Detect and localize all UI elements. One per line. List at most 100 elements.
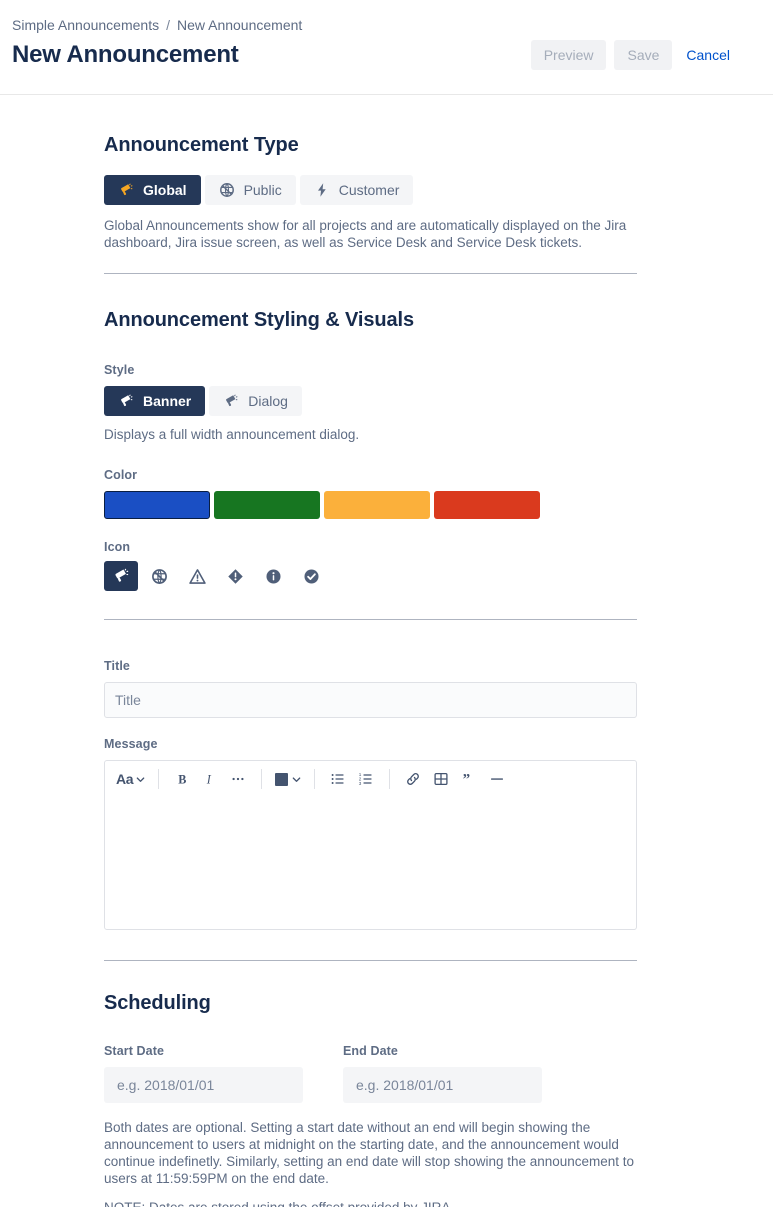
end-date-field: End Date	[343, 1043, 542, 1103]
style-help: Displays a full width announcement dialo…	[104, 427, 360, 442]
icon-option-warning[interactable]	[180, 561, 214, 591]
announcement-type-help: Global Announcements show for all projec…	[104, 218, 627, 250]
cancel-button[interactable]: Cancel	[680, 40, 736, 70]
icon-option-globe[interactable]	[142, 561, 176, 591]
toolbar-separator	[314, 769, 316, 789]
color-field: Color	[104, 467, 637, 519]
breadcrumb-parent-link[interactable]: Simple Announcements	[12, 17, 159, 33]
scheduling-heading: Scheduling	[104, 992, 211, 1014]
horizontal-rule-button[interactable]	[484, 766, 510, 792]
title-label: Title	[104, 659, 130, 673]
italic-button[interactable]: I	[197, 766, 223, 792]
text-style-label: Aa	[116, 771, 134, 787]
color-swatch-row	[104, 491, 637, 519]
start-date-field: Start Date	[104, 1043, 303, 1103]
check-circle-icon	[303, 568, 320, 585]
end-date-input[interactable]	[343, 1067, 542, 1103]
error-diamond-icon	[227, 568, 244, 585]
bold-icon: B	[175, 772, 190, 787]
type-option-customer[interactable]: Customer	[299, 175, 414, 205]
announcement-type-heading: Announcement Type	[104, 134, 299, 156]
title-field: Title	[104, 658, 637, 718]
link-icon	[405, 771, 421, 787]
preview-button[interactable]: Preview	[530, 40, 607, 70]
megaphone-icon	[112, 567, 130, 585]
start-date-label: Start Date	[104, 1044, 165, 1058]
page-header: Simple Announcements / New Announcement Ne…	[0, 0, 773, 95]
date-row: Start Date End Date	[104, 1043, 637, 1103]
icon-field: Icon	[104, 539, 637, 591]
svg-text:B: B	[178, 772, 186, 786]
icon-option-error[interactable]	[218, 561, 252, 591]
table-button[interactable]	[428, 766, 454, 792]
divider-type-styling	[104, 273, 637, 274]
save-button[interactable]: Save	[614, 40, 673, 70]
message-textarea[interactable]	[105, 797, 636, 929]
chevron-down-icon	[136, 775, 145, 784]
color-swatch-red[interactable]	[434, 491, 540, 519]
style-label: Style	[104, 363, 135, 377]
color-swatch-blue[interactable]	[104, 491, 210, 519]
breadcrumb: Simple Announcements / New Announcement	[12, 16, 727, 34]
italic-icon: I	[203, 772, 218, 787]
color-swatch-icon	[275, 772, 289, 786]
style-option-banner-label: Banner	[143, 393, 192, 409]
type-option-public[interactable]: Public	[204, 175, 296, 205]
toolbar-separator	[389, 769, 391, 789]
numbered-list-icon: 1 2 3	[358, 771, 374, 787]
styling-heading: Announcement Styling & Visuals	[104, 309, 415, 331]
type-option-global-label: Global	[143, 182, 187, 198]
bullet-list-icon	[330, 771, 346, 787]
svg-text:I: I	[206, 772, 212, 786]
icon-option-check[interactable]	[294, 561, 328, 591]
announcement-type-group: Global Public Customer	[104, 175, 637, 205]
title-input[interactable]	[104, 682, 637, 718]
color-swatch-green[interactable]	[214, 491, 320, 519]
link-button[interactable]	[400, 766, 426, 792]
start-date-input[interactable]	[104, 1067, 303, 1103]
color-label: Color	[104, 468, 138, 482]
bullet-list-button[interactable]	[325, 766, 351, 792]
style-option-dialog[interactable]: Dialog	[209, 386, 302, 416]
quote-button[interactable]: ”	[456, 766, 482, 792]
numbered-list-button[interactable]: 1 2 3	[353, 766, 379, 792]
text-style-dropdown[interactable]: Aa	[113, 766, 148, 792]
warning-triangle-icon	[188, 568, 206, 585]
message-editor: Aa B I 1 2 3 ”	[104, 760, 637, 930]
globe-icon	[151, 568, 168, 585]
breadcrumb-separator: /	[166, 17, 170, 33]
style-field: Style Banner Dialog Displays a full widt…	[104, 362, 637, 443]
icon-picker-row	[104, 561, 637, 591]
type-option-global[interactable]: Global	[104, 175, 201, 205]
quote-icon: ”	[461, 771, 477, 787]
breadcrumb-current: New Announcement	[176, 17, 303, 33]
lightning-icon	[314, 182, 330, 198]
style-group: Banner Dialog	[104, 386, 637, 416]
form-content: Announcement Type Global Public Customer…	[104, 95, 637, 1207]
icon-option-info[interactable]	[256, 561, 290, 591]
icon-option-megaphone[interactable]	[104, 561, 138, 591]
ellipsis-icon	[230, 771, 246, 787]
svg-text:”: ”	[463, 772, 471, 787]
message-label: Message	[104, 737, 158, 751]
megaphone-icon	[118, 393, 134, 409]
icon-label: Icon	[104, 540, 131, 554]
horizontal-rule-icon	[489, 771, 505, 787]
message-field: Message Aa B I 1 2 3 ”	[104, 736, 637, 930]
bold-button[interactable]: B	[169, 766, 195, 792]
end-date-label: End Date	[343, 1044, 398, 1058]
color-swatch-amber[interactable]	[324, 491, 430, 519]
style-option-dialog-label: Dialog	[248, 393, 288, 409]
divider-styling-title	[104, 619, 637, 620]
chevron-down-icon	[292, 775, 301, 784]
divider-message-scheduling	[104, 960, 637, 961]
info-circle-icon	[265, 568, 282, 585]
type-option-public-label: Public	[243, 182, 282, 198]
megaphone-icon	[118, 182, 134, 198]
toolbar-separator	[261, 769, 263, 789]
more-formatting-button[interactable]	[225, 766, 251, 792]
svg-text:3: 3	[359, 781, 362, 786]
header-actions: Preview Save Cancel	[530, 40, 736, 70]
text-color-dropdown[interactable]	[272, 766, 304, 792]
style-option-banner[interactable]: Banner	[104, 386, 206, 416]
